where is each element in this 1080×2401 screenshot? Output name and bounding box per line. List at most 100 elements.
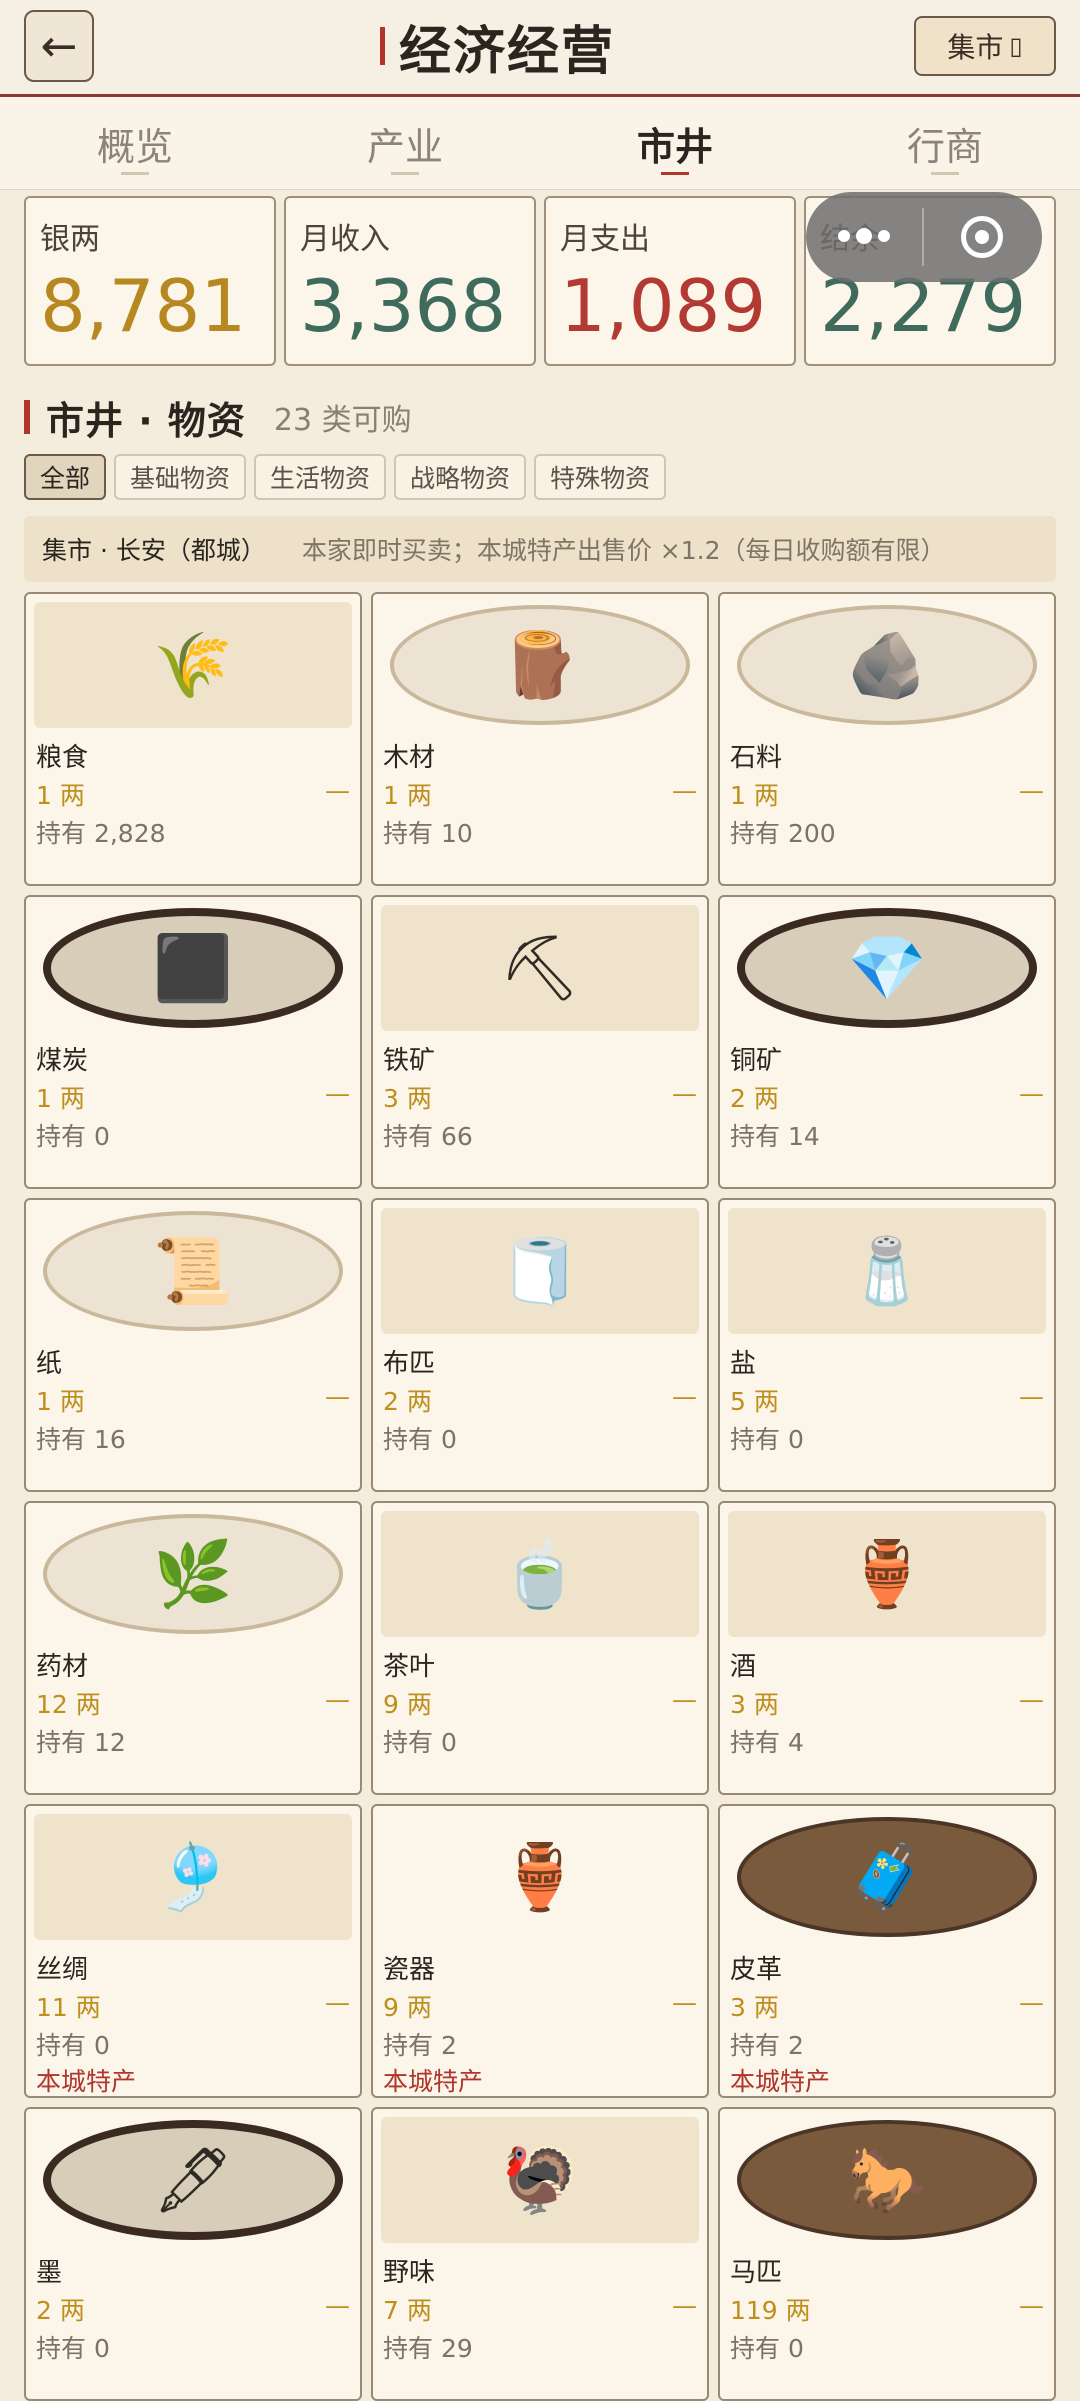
goods-price-row: 1 两 — xyxy=(36,776,350,812)
goods-price-row: 2 两 — xyxy=(36,2291,350,2327)
goods-held: 持有 16 xyxy=(36,1425,126,1454)
goods-card[interactable]: 💎 铜矿 2 两 — 持有 14 xyxy=(718,895,1056,1189)
back-button[interactable]: ← xyxy=(24,10,94,82)
goods-plate: ⬛ xyxy=(43,908,343,1028)
goods-held: 持有 4 xyxy=(730,1728,804,1757)
price-trend-dash: — xyxy=(325,776,350,805)
goods-image: 🏺 xyxy=(381,1814,699,1940)
capsule-menu xyxy=(806,192,1042,282)
horse-icon: 🐎 xyxy=(847,2143,927,2218)
goods-image: 🏺 xyxy=(728,1511,1046,1637)
goods-plate: 🪵 xyxy=(390,605,690,725)
stat-label: 月支出 xyxy=(560,222,650,257)
goods-card[interactable]: 🧂 盐 5 两 — 持有 0 xyxy=(718,1198,1056,1492)
wood-bundle-icon: 🪵 xyxy=(500,628,580,703)
goods-plate: 🖋 xyxy=(43,2120,343,2240)
goods-card[interactable]: 🧻 布匹 2 两 — 持有 0 xyxy=(371,1198,709,1492)
goods-card[interactable]: 🖋 墨 2 两 — 持有 0 xyxy=(24,2107,362,2401)
price-trend-dash: — xyxy=(1019,2291,1044,2320)
goods-price: 1 两 xyxy=(36,781,85,810)
goods-plate: 📜 xyxy=(43,1211,343,1331)
local-specialty-tag: 本城特产 xyxy=(730,2067,831,2096)
goods-price: 3 两 xyxy=(383,1084,432,1113)
title-wrap: 经济经营 xyxy=(380,10,615,82)
top-bar: ← 经济经营 集市 ▯ xyxy=(0,0,1080,97)
more-dots-icon[interactable] xyxy=(806,228,922,244)
goods-card[interactable]: 🪵 木材 1 两 — 持有 10 xyxy=(371,592,709,886)
filter-all[interactable]: 全部 xyxy=(24,454,107,500)
goods-card[interactable]: 🐎 马匹 119 两 — 持有 0 xyxy=(718,2107,1056,2401)
tab-overview[interactable]: 概览 xyxy=(0,97,270,189)
goods-price: 11 两 xyxy=(36,1993,101,2022)
filter-chips: 全部 基础物资 生活物资 战略物资 特殊物资 xyxy=(24,454,667,500)
goods-card[interactable]: 🪨 石料 1 两 — 持有 200 xyxy=(718,592,1056,886)
coal-icon: ⬛ xyxy=(153,931,233,1006)
goods-name: 纸 xyxy=(36,1349,63,1379)
goods-name: 石料 xyxy=(730,743,783,773)
filter-strategic[interactable]: 战略物资 xyxy=(394,454,527,500)
market-button[interactable]: 集市 ▯ xyxy=(914,16,1056,76)
goods-plate: 💎 xyxy=(737,908,1037,1028)
goods-card[interactable]: 🏺 瓷器 9 两 — 持有 2 本城特产 xyxy=(371,1804,709,2098)
price-trend-dash: — xyxy=(1019,776,1044,805)
goods-held: 持有 10 xyxy=(383,819,473,848)
goods-name: 马匹 xyxy=(730,2258,783,2288)
goods-price-row: 1 两 — xyxy=(36,1079,350,1115)
goods-price-row: 11 两 — xyxy=(36,1988,350,2024)
goods-card[interactable]: 🎐 丝绸 11 两 — 持有 0 本城特产 xyxy=(24,1804,362,2098)
goods-image: 🍵 xyxy=(381,1511,699,1637)
close-target-button[interactable] xyxy=(924,216,1040,258)
goods-image: 🌾 xyxy=(34,602,352,728)
price-trend-dash: — xyxy=(1019,1988,1044,2017)
price-trend-dash: — xyxy=(325,1079,350,1108)
goods-held: 持有 2,828 xyxy=(36,819,166,848)
filter-daily[interactable]: 生活物资 xyxy=(254,454,387,500)
market-info-banner: 集市 · 长安（都城） 本家即时买卖；本城特产出售价 ×1.2（每日收购额有限） xyxy=(24,516,1056,582)
goods-price: 9 两 xyxy=(383,1993,432,2022)
goods-name: 粮食 xyxy=(36,743,89,773)
market-button-label: 集市 xyxy=(947,31,1004,64)
goods-price-row: 2 两 — xyxy=(730,1079,1044,1115)
salt-jar-icon: 🧂 xyxy=(847,1234,927,1309)
goods-price: 3 两 xyxy=(730,1690,779,1719)
goods-image: 🧳 xyxy=(728,1814,1046,1940)
price-trend-dash: — xyxy=(1019,1382,1044,1411)
goods-held: 持有 0 xyxy=(36,2334,110,2363)
price-trend-dash: — xyxy=(325,1685,350,1714)
goods-card[interactable]: ⬛ 煤炭 1 两 — 持有 0 xyxy=(24,895,362,1189)
price-trend-dash: — xyxy=(1019,1079,1044,1108)
goods-price: 1 两 xyxy=(383,781,432,810)
tab-industry[interactable]: 产业 xyxy=(270,97,540,189)
goods-plate: 🪨 xyxy=(737,605,1037,725)
goods-card[interactable]: 🍵 茶叶 9 两 — 持有 0 xyxy=(371,1501,709,1795)
goods-card[interactable]: 🌿 药材 12 两 — 持有 12 xyxy=(24,1501,362,1795)
goods-card[interactable]: 🧳 皮革 3 两 — 持有 2 本城特产 xyxy=(718,1804,1056,2098)
section-header: 市井 · 物资 23 类可购 xyxy=(24,392,412,443)
goods-image: ⛏ xyxy=(381,905,699,1031)
goods-held: 持有 29 xyxy=(383,2334,473,2363)
filter-special[interactable]: 特殊物资 xyxy=(534,454,667,500)
stat-label: 银两 xyxy=(40,222,100,257)
tab-trade[interactable]: 行商 xyxy=(810,97,1080,189)
goods-held: 持有 14 xyxy=(730,1122,820,1151)
goods-card[interactable]: 📜 纸 1 两 — 持有 16 xyxy=(24,1198,362,1492)
goods-held: 持有 0 xyxy=(730,1425,804,1454)
goods-name: 皮革 xyxy=(730,1955,783,1985)
market-city: 集市 · 长安（都城） xyxy=(42,536,266,565)
price-trend-dash: — xyxy=(672,1079,697,1108)
price-trend-dash: — xyxy=(672,1988,697,2017)
goods-card[interactable]: ⛏ 铁矿 3 两 — 持有 66 xyxy=(371,895,709,1189)
filter-basic[interactable]: 基础物资 xyxy=(114,454,247,500)
goods-price-row: 1 两 — xyxy=(383,776,697,812)
tea-icon: 🍵 xyxy=(500,1537,580,1612)
title-accent-bar xyxy=(380,27,385,65)
goods-card[interactable]: 🌾 粮食 1 两 — 持有 2,828 xyxy=(24,592,362,886)
tab-market[interactable]: 市井 xyxy=(540,97,810,189)
goods-price-row: 1 两 — xyxy=(36,1382,350,1418)
goods-price-row: 5 两 — xyxy=(730,1382,1044,1418)
goods-price-row: 2 两 — xyxy=(383,1382,697,1418)
goods-card[interactable]: 🏺 酒 3 两 — 持有 4 xyxy=(718,1501,1056,1795)
goods-card[interactable]: 🦃 野味 7 两 — 持有 29 xyxy=(371,2107,709,2401)
price-trend-dash: — xyxy=(672,2291,697,2320)
goods-price-row: 3 两 — xyxy=(730,1988,1044,2024)
